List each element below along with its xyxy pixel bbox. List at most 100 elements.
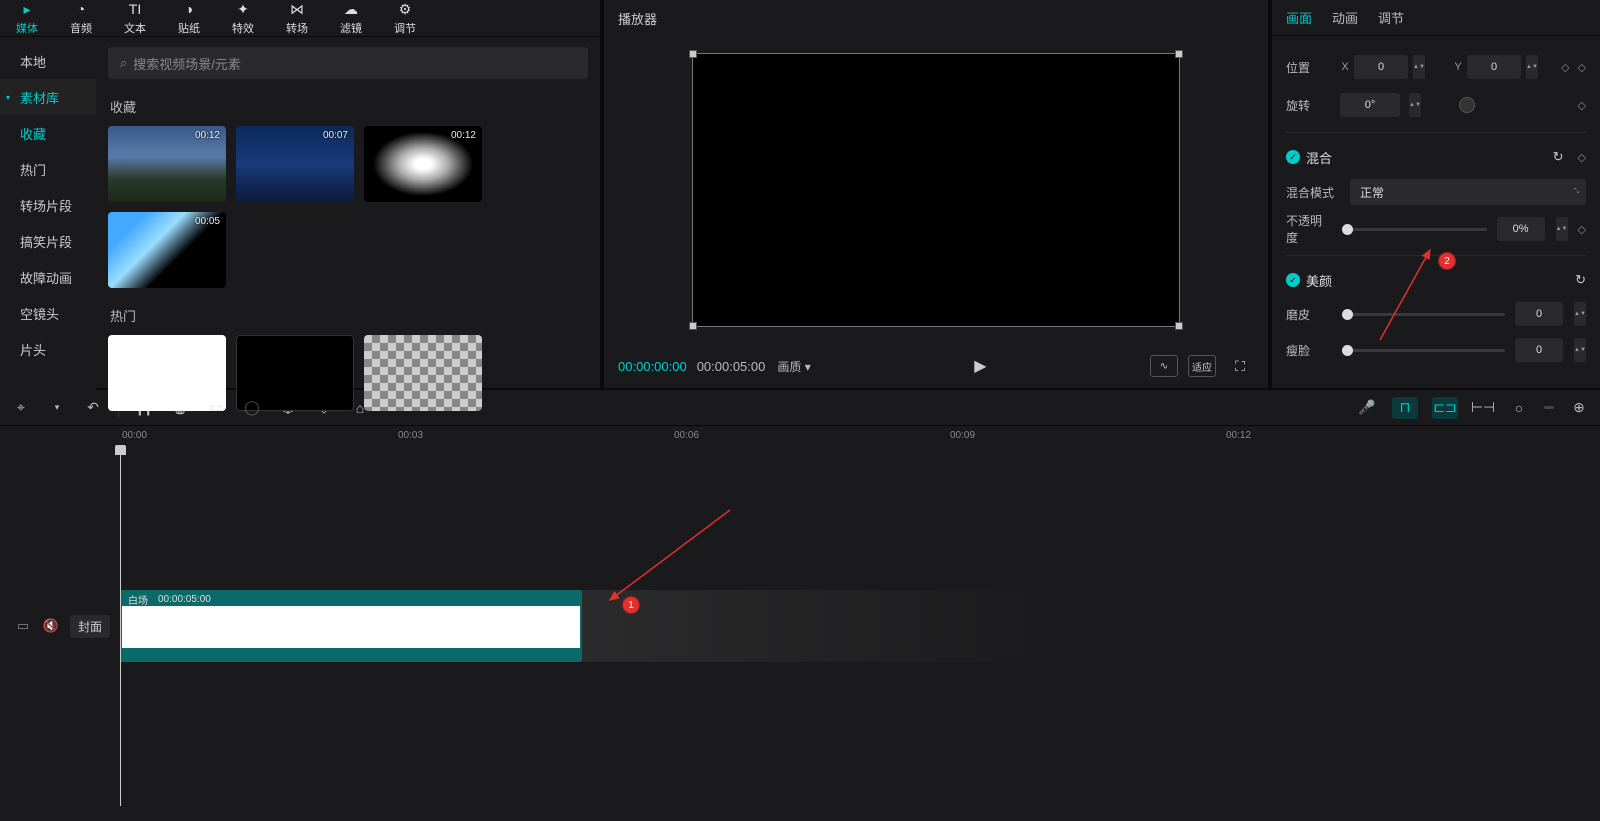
- select-dropdown[interactable]: ▾: [46, 397, 68, 419]
- spinner[interactable]: ▲▼: [1413, 55, 1425, 79]
- align-button[interactable]: ⊢⊣: [1472, 397, 1494, 419]
- fade-region: [582, 590, 1058, 662]
- nav-adjust[interactable]: ⚙调节: [378, 0, 432, 36]
- zoom-fit-button[interactable]: ⊕: [1568, 397, 1590, 419]
- nav-filter[interactable]: ☁滤镜: [324, 0, 378, 36]
- asset-thumb[interactable]: 00:12: [108, 126, 226, 202]
- reset-icon[interactable]: ↻: [1553, 149, 1564, 165]
- preview-title: 播放器: [604, 0, 1268, 36]
- reset-icon[interactable]: ↻: [1575, 272, 1586, 288]
- keyframe-icon[interactable]: ◇: [1578, 99, 1586, 112]
- adjust-icon: ⚙: [396, 0, 414, 18]
- blend-checkbox[interactable]: ✓: [1286, 150, 1300, 164]
- search-icon: ⌕: [120, 55, 127, 71]
- asset-thumb[interactable]: 00:12: [364, 126, 482, 202]
- asset-duration: 00:07: [323, 130, 348, 141]
- opacity-value[interactable]: 0%: [1497, 217, 1545, 241]
- rotation-label: 旋转: [1286, 97, 1332, 114]
- pos-x-input[interactable]: 0: [1354, 55, 1408, 79]
- slider-knob[interactable]: [1342, 345, 1353, 356]
- tab-adjust[interactable]: 调节: [1378, 8, 1404, 27]
- effect-icon: ✦: [234, 0, 252, 18]
- fullscreen-button[interactable]: ⛶: [1226, 355, 1254, 377]
- preview-canvas[interactable]: [692, 53, 1180, 327]
- slider-knob[interactable]: [1342, 224, 1353, 235]
- side-favorites[interactable]: 收藏: [0, 115, 96, 151]
- rotation-input[interactable]: 0°: [1340, 93, 1400, 117]
- face-value[interactable]: 0: [1515, 338, 1563, 362]
- nav-media[interactable]: ▸媒体: [0, 0, 54, 36]
- rotation-knob[interactable]: [1459, 97, 1475, 113]
- properties-panel: 画面 动画 调节 位置 X 0 ▲▼ Y 0 ▲▼ ◇ ◇: [1272, 0, 1600, 388]
- ruler-tick: 00:06: [674, 430, 699, 441]
- skin-slider[interactable]: [1342, 313, 1505, 316]
- tab-canvas[interactable]: 画面: [1286, 8, 1312, 27]
- link-button[interactable]: ⊏⊐: [1432, 397, 1458, 419]
- side-glitch[interactable]: 故障动画: [0, 259, 96, 295]
- asset-thumb[interactable]: [364, 335, 482, 411]
- zoom-slider[interactable]: [1544, 406, 1554, 409]
- mute-icon[interactable]: 🔇: [42, 617, 60, 635]
- y-label: Y: [1453, 61, 1463, 73]
- side-local[interactable]: 本地: [0, 43, 96, 79]
- nav-text[interactable]: TI文本: [108, 0, 162, 36]
- face-slider[interactable]: [1342, 349, 1505, 352]
- play-button[interactable]: ▶: [974, 356, 986, 376]
- side-transition[interactable]: 转场片段: [0, 187, 96, 223]
- resize-handle[interactable]: [689, 322, 697, 330]
- lock-icon[interactable]: ▭: [14, 617, 32, 635]
- filter-icon: ☁: [342, 0, 360, 18]
- side-intro[interactable]: 片头: [0, 331, 96, 367]
- beauty-checkbox[interactable]: ✓: [1286, 273, 1300, 287]
- nav-sticker[interactable]: ◑贴纸: [162, 0, 216, 36]
- pos-y-input[interactable]: 0: [1467, 55, 1521, 79]
- skin-label: 磨皮: [1286, 306, 1332, 323]
- spinner[interactable]: ▲▼: [1556, 217, 1568, 241]
- keyframe-icon[interactable]: ◇: [1561, 61, 1569, 74]
- blend-mode-select[interactable]: 正常: [1350, 179, 1586, 205]
- opacity-slider[interactable]: [1342, 228, 1487, 231]
- tool-button[interactable]: ◯: [241, 397, 263, 419]
- timeline-ruler[interactable]: 00:00 00:03 00:06 00:09 00:12: [118, 426, 1600, 446]
- select-tool[interactable]: ⌖: [10, 397, 32, 419]
- spinner[interactable]: ▲▼: [1526, 55, 1538, 79]
- timeline: 00:00 00:03 00:06 00:09 00:12 ▭ 🔇 封面 白场0…: [0, 426, 1600, 821]
- asset-thumb[interactable]: 00:07: [236, 126, 354, 202]
- mic-button[interactable]: 🎤: [1356, 397, 1378, 419]
- scope-button[interactable]: ∿: [1150, 355, 1178, 377]
- resize-handle[interactable]: [1175, 322, 1183, 330]
- fit-button[interactable]: 适应: [1188, 355, 1216, 377]
- spinner[interactable]: ▲▼: [1574, 302, 1586, 326]
- tool-button[interactable]: ▭: [205, 397, 227, 419]
- tab-animation[interactable]: 动画: [1332, 8, 1358, 27]
- undo-button[interactable]: ↶: [82, 397, 104, 419]
- side-hot[interactable]: 热门: [0, 151, 96, 187]
- keyframe-icon[interactable]: ◇: [1578, 151, 1586, 164]
- keyframe-icon[interactable]: ◇: [1578, 61, 1586, 74]
- zoom-out-button[interactable]: ○: [1508, 397, 1530, 419]
- side-empty[interactable]: 空镜头: [0, 295, 96, 331]
- text-icon: TI: [126, 0, 144, 18]
- spinner[interactable]: ▲▼: [1409, 93, 1421, 117]
- spinner[interactable]: ▲▼: [1574, 338, 1586, 362]
- video-clip[interactable]: 白场00:00:05:00: [120, 590, 582, 662]
- blend-label: 混合: [1306, 148, 1332, 167]
- magnet-button[interactable]: ⊓: [1392, 397, 1418, 419]
- nav-transition[interactable]: ⋈转场: [270, 0, 324, 36]
- nav-effect[interactable]: ✦特效: [216, 0, 270, 36]
- nav-audio[interactable]: ◔音频: [54, 0, 108, 36]
- keyframe-icon[interactable]: ◇: [1578, 223, 1586, 236]
- skin-value[interactable]: 0: [1515, 302, 1563, 326]
- slider-knob[interactable]: [1342, 309, 1353, 320]
- quality-select[interactable]: 画质 ▾: [777, 358, 810, 375]
- preview-bar: 00:00:00:00 00:00:05:00 画质 ▾ ▶ ∿ 适应 ⛶: [604, 344, 1268, 388]
- resize-handle[interactable]: [1175, 50, 1183, 58]
- ruler-tick: 00:00: [122, 430, 147, 441]
- asset-thumb[interactable]: 00:05: [108, 212, 226, 288]
- side-library[interactable]: ▾素材库: [0, 79, 96, 115]
- cover-button[interactable]: 封面: [70, 615, 110, 638]
- search-input[interactable]: ⌕搜索视频场景/元素: [108, 47, 588, 79]
- resize-handle[interactable]: [689, 50, 697, 58]
- playhead[interactable]: [120, 446, 121, 806]
- side-funny[interactable]: 搞笑片段: [0, 223, 96, 259]
